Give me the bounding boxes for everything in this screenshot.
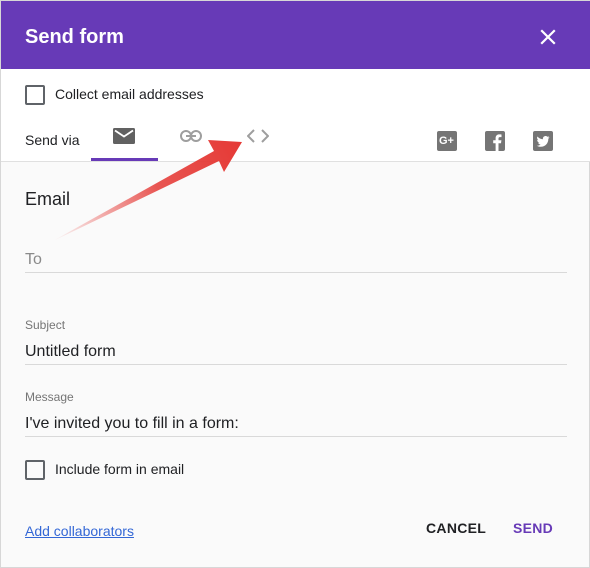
active-tab-indicator [91, 158, 158, 161]
google-plus-icon: G+ [439, 135, 454, 147]
send-form-dialog: Send form Collect email addresses Send v… [0, 0, 590, 568]
embed-code-icon [247, 129, 269, 143]
close-icon [540, 29, 556, 45]
share-twitter-button[interactable] [533, 131, 553, 151]
dialog-title: Send form [25, 26, 124, 48]
close-button[interactable] [536, 25, 560, 49]
tab-email[interactable] [91, 121, 158, 162]
tab-link[interactable] [171, 121, 211, 162]
collect-email-label: Collect email addresses [55, 86, 204, 102]
add-collaborators-link[interactable]: Add collaborators [25, 522, 134, 540]
facebook-icon [493, 134, 502, 151]
message-input[interactable] [25, 411, 567, 437]
share-facebook-button[interactable] [485, 131, 505, 151]
send-options-band: Collect email addresses Send via G+ [1, 69, 590, 162]
message-label: Message [25, 390, 74, 404]
include-form-label: Include form in email [55, 461, 185, 477]
twitter-icon [536, 136, 550, 147]
share-google-plus-button[interactable]: G+ [437, 131, 457, 151]
send-via-label: Send via [25, 132, 80, 148]
subject-label: Subject [25, 318, 66, 332]
collect-email-checkbox[interactable] [25, 85, 45, 105]
email-section-title: Email [25, 189, 71, 209]
link-icon [180, 130, 202, 142]
dialog-header: Send form [1, 1, 590, 69]
subject-input[interactable] [25, 339, 567, 365]
to-input[interactable] [25, 247, 567, 273]
include-form-checkbox[interactable] [25, 460, 45, 480]
cancel-button[interactable]: CANCEL [426, 520, 486, 536]
email-icon [113, 128, 135, 144]
send-button[interactable]: SEND [513, 520, 553, 536]
tab-embed[interactable] [237, 121, 277, 162]
